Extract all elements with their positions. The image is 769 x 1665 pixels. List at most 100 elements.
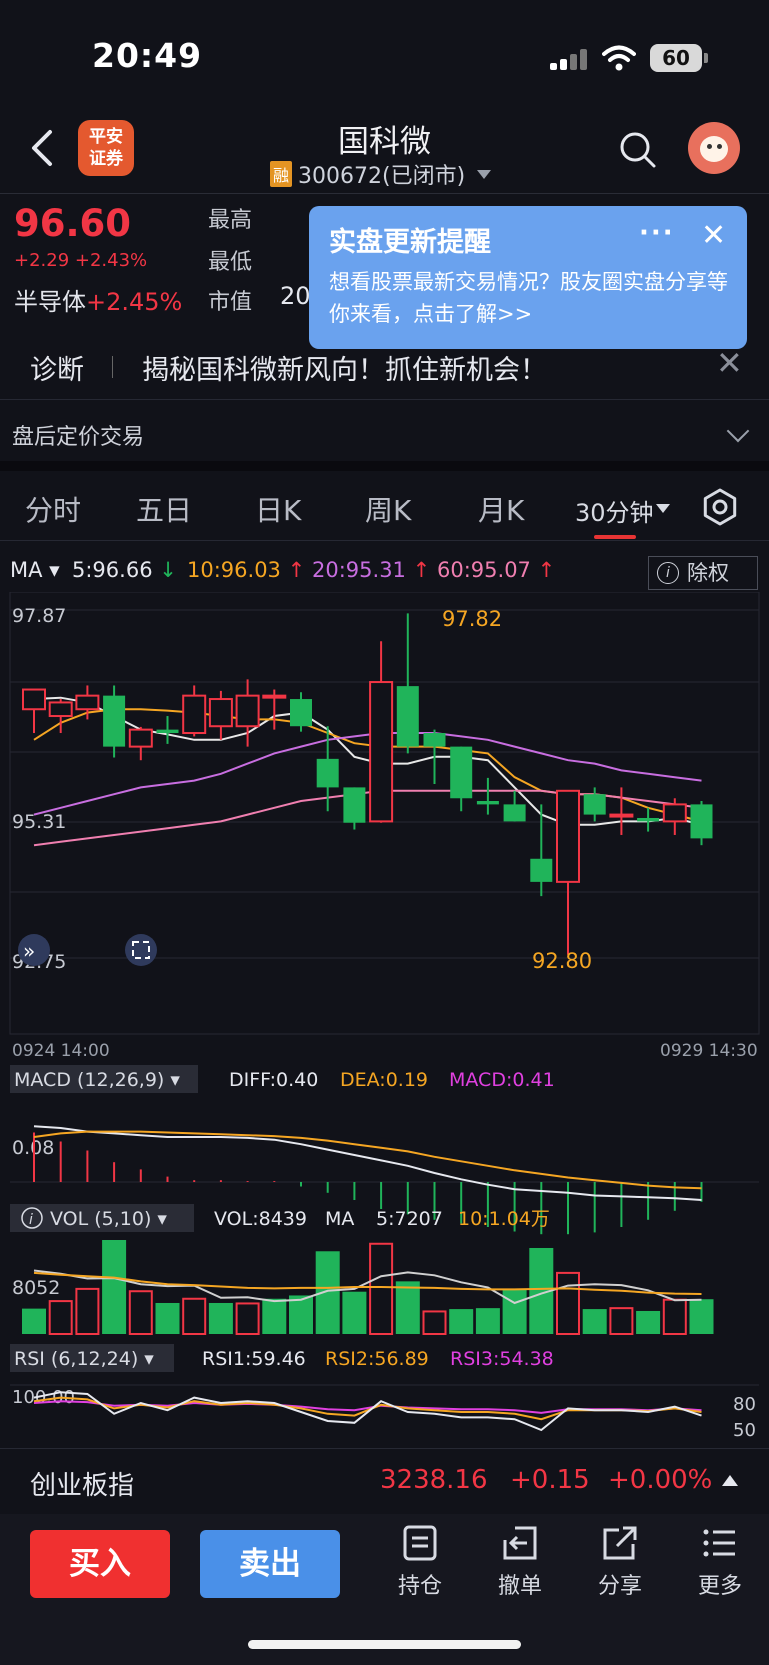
volume-bar — [155, 1302, 180, 1334]
candle-body — [637, 817, 660, 822]
ma60-value: 60:95.07 ↑ — [437, 558, 555, 582]
candle-body — [208, 698, 233, 728]
kline-chart[interactable]: MACD (12,26,9) ▾ DIFF:0.40 DEA:0.19 MACD:0.… — [0, 592, 769, 1448]
candle — [75, 685, 100, 720]
wifi-icon — [602, 45, 636, 71]
position-label: 持仓 — [397, 1574, 442, 1599]
vol-ma10: 10:1.04万 — [458, 1208, 550, 1230]
undo-icon — [503, 1526, 537, 1560]
share-icon — [603, 1526, 637, 1560]
candle-body — [556, 789, 580, 883]
chevron-up-icon[interactable] — [722, 1475, 738, 1486]
tab-weekly-k[interactable]: 周K — [365, 489, 411, 529]
more-label: 更多 — [697, 1574, 742, 1599]
macd-label: MACD (12,26,9) ▾ — [14, 1069, 180, 1091]
dea-line — [33, 1130, 702, 1190]
x-end-label: 0929 14:30 — [660, 1041, 758, 1061]
candle — [556, 789, 580, 955]
cancel-order-label: 撤单 — [497, 1574, 542, 1599]
home-indicator — [248, 1640, 521, 1649]
volume-bar — [208, 1302, 233, 1334]
volume-bar — [609, 1307, 634, 1336]
position-button[interactable]: 持仓 — [380, 1524, 460, 1600]
rsi1-value: RSI1:59.46 — [202, 1348, 306, 1370]
tab-intraday[interactable]: 分时 — [25, 489, 81, 529]
gear-icon[interactable] — [700, 487, 740, 527]
volume-bar — [582, 1309, 607, 1334]
volume-bar — [636, 1310, 661, 1334]
stock-code-selector[interactable]: 融 300672(已闭市) — [270, 158, 492, 190]
macd-value: MACD:0.41 — [449, 1069, 555, 1091]
rsi-y-50: 50 — [733, 1420, 756, 1441]
ma60-text: 60:95.07 — [437, 558, 531, 582]
volume-pane: i VOL (5,10) ▾ VOL:8439 MA 5:7207 10:1.04万 805… — [10, 1204, 714, 1336]
margin-badge: 融 — [270, 161, 293, 187]
candle-body — [22, 688, 46, 711]
buy-button[interactable]: 买入 — [30, 1530, 170, 1598]
section-divider — [0, 461, 769, 471]
share-button[interactable]: 分享 — [580, 1524, 660, 1600]
arrow-down-icon: ↓ — [159, 558, 177, 582]
y-tick-top: 97.87 — [12, 605, 66, 627]
candle — [262, 689, 287, 730]
tab-daily-k[interactable]: 日K — [255, 489, 301, 529]
stock-header: 平安 证券 国科微 融 300672(已闭市) — [0, 110, 769, 192]
sector-change[interactable]: 半导体+2.45% — [14, 282, 182, 317]
volume-bar — [22, 1308, 46, 1334]
candle-body — [503, 804, 526, 822]
candle — [22, 688, 46, 734]
ma10-value: 10:96.03 ↑ — [187, 558, 305, 582]
candle-body — [262, 694, 287, 699]
candle-body — [396, 686, 419, 747]
divider — [112, 356, 113, 378]
close-icon[interactable]: ✕ — [701, 218, 726, 253]
index-value: 3238.16 — [380, 1465, 488, 1495]
fullscreen-icon — [125, 934, 157, 966]
rsi-label: RSI (6,12,24) ▾ — [14, 1348, 154, 1370]
candle-body — [103, 695, 126, 747]
search-icon[interactable] — [618, 130, 658, 170]
user-avatar[interactable] — [688, 122, 740, 174]
more-icon[interactable]: ··· — [639, 218, 675, 248]
candle — [343, 787, 366, 830]
current-price: 96.60 — [14, 202, 132, 245]
tab-monthly-k[interactable]: 月K — [478, 489, 524, 529]
popup-body: 想看股票最新交易情况？股友圈实盘分享等你来看，点击了解>> — [329, 270, 728, 326]
vol-value: VOL:8439 — [214, 1208, 307, 1230]
arrow-up-icon: ↑ — [287, 558, 306, 582]
ma-selector[interactable]: MA ▾ — [10, 558, 60, 582]
candle — [662, 798, 687, 835]
tab-30min[interactable]: 30分钟 — [575, 493, 654, 528]
close-icon[interactable]: ✕ — [716, 344, 743, 382]
vol-ma5: 5:7207 — [376, 1208, 443, 1230]
candle — [396, 613, 419, 754]
cancel-order-button[interactable]: 撤单 — [480, 1524, 560, 1600]
diagnosis-banner[interactable]: 诊断 揭秘国科微新风向！抓住新机会！ ✕ — [0, 330, 769, 400]
label-high: 最高 — [208, 208, 253, 233]
rsi-y-80: 80 — [733, 1394, 756, 1415]
sell-button[interactable]: 卖出 — [200, 1530, 340, 1598]
more-button[interactable]: 更多 — [680, 1524, 760, 1600]
vol-y-tick: 8052 — [12, 1277, 60, 1299]
candle-body — [182, 694, 207, 735]
ex-rights-button[interactable]: i 除权 — [648, 556, 758, 590]
candle — [369, 641, 394, 823]
price-change: +2.29 +2.43% — [14, 250, 148, 271]
info-icon: i — [657, 562, 679, 584]
candle-body — [235, 694, 260, 728]
volume-bar — [75, 1287, 100, 1336]
vol-ma-label: MA — [325, 1208, 354, 1230]
index-percent: +0.00% — [608, 1465, 713, 1495]
after-hours-trading-row[interactable]: 盘后定价交易 — [0, 401, 769, 461]
live-update-popup[interactable]: 实盘更新提醒 ··· ✕ 想看股票最新交易情况？股友圈实盘分享等你来看，点击了解… — [309, 206, 747, 349]
tab-five-day[interactable]: 五日 — [136, 489, 192, 529]
info-glyph: i — [29, 1212, 33, 1228]
candle-body — [290, 699, 312, 727]
cellular-signal-icon — [550, 48, 588, 70]
diagnosis-label: 诊断 — [30, 355, 84, 386]
active-tab-indicator — [594, 535, 636, 539]
index-ticker[interactable]: 创业板指 3238.16 +0.15 +0.00% — [0, 1448, 769, 1514]
min-price-label: 92.80 — [532, 949, 592, 973]
rsi2-value: RSI2:56.89 — [325, 1348, 429, 1370]
expand-left-glyph: » — [23, 939, 35, 963]
